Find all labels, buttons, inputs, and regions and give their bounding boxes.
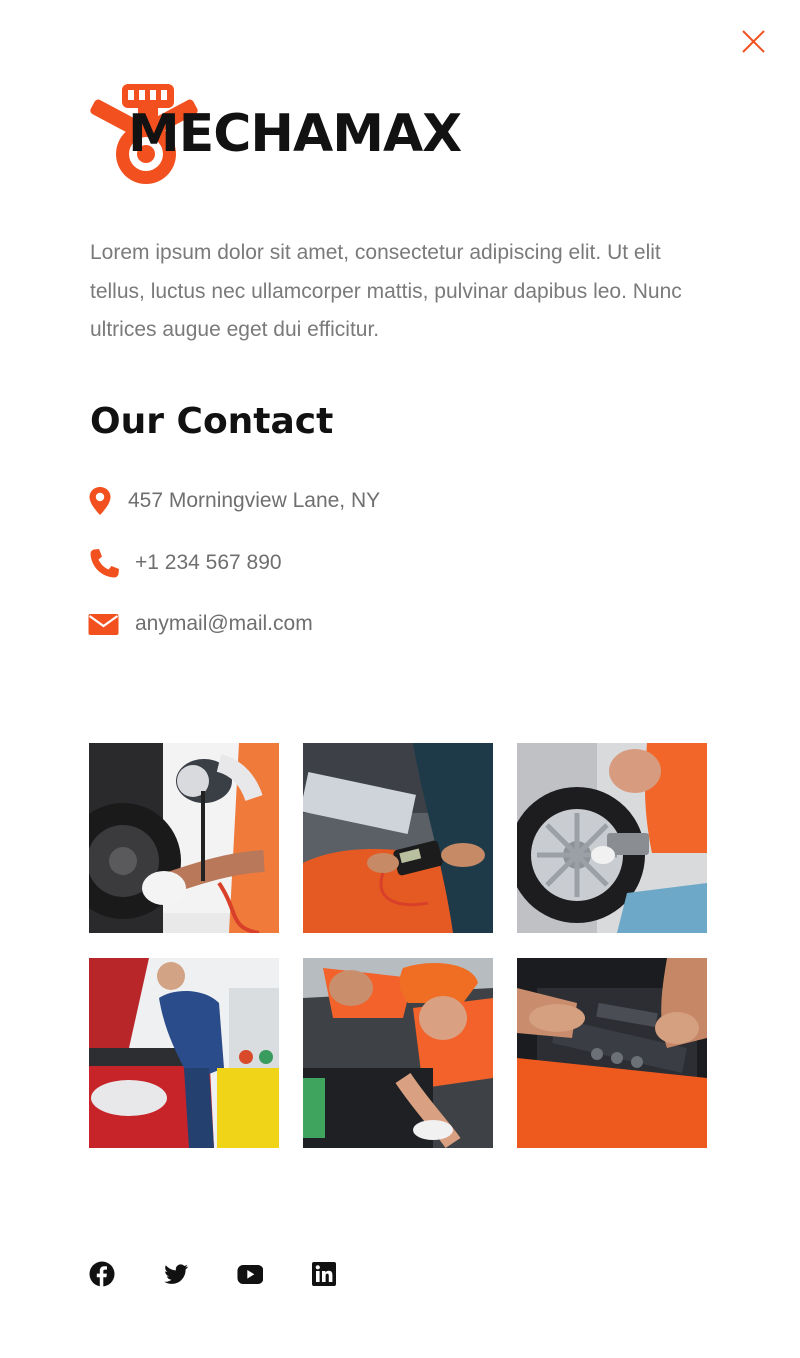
photo-gallery (89, 743, 708, 1148)
youtube-link[interactable] (237, 1261, 263, 1287)
mechanic-hood-photo (303, 958, 493, 1148)
address-text: 457 Morningview Lane, NY (128, 489, 381, 512)
email-text: anymail@mail.com (135, 612, 313, 635)
gallery-photo-engine-closeup[interactable] (517, 958, 707, 1148)
twitter-icon (164, 1264, 188, 1284)
twitter-link[interactable] (163, 1261, 189, 1287)
contact-phone[interactable]: +1 234 567 890 (88, 548, 282, 578)
linkedin-icon (312, 1262, 336, 1286)
youtube-icon (237, 1265, 263, 1284)
gallery-photo-engine-inspection[interactable] (89, 958, 279, 1148)
social-links (89, 1261, 385, 1287)
gallery-photo-tire-pressure[interactable] (89, 743, 279, 933)
intro-text: Lorem ipsum dolor sit amet, consectetur … (90, 241, 682, 341)
gallery-photo-multimeter[interactable] (303, 743, 493, 933)
engine-inspection-photo (89, 958, 279, 1148)
close-icon (742, 30, 765, 53)
contact-heading: Our Contact (90, 401, 334, 442)
linkedin-link[interactable] (311, 1261, 337, 1287)
close-button[interactable] (738, 27, 768, 57)
facebook-icon (89, 1261, 115, 1287)
wheel-repair-photo (517, 743, 707, 933)
phone-icon (90, 549, 119, 578)
tire-pressure-photo (89, 743, 279, 933)
brand-name: MECHAMAX (128, 104, 462, 164)
envelope-icon (88, 614, 119, 635)
gallery-photo-wheel-repair[interactable] (517, 743, 707, 933)
map-pin-icon (89, 487, 111, 515)
facebook-link[interactable] (89, 1261, 115, 1287)
contact-email[interactable]: anymail@mail.com (88, 612, 313, 636)
contact-address: 457 Morningview Lane, NY (88, 486, 380, 516)
site-logo[interactable]: MECHAMAX (88, 80, 468, 188)
engine-closeup-photo (517, 958, 707, 1148)
multimeter-photo (303, 743, 493, 933)
phone-text: +1 234 567 890 (135, 551, 282, 574)
gallery-photo-mechanic-hood[interactable] (303, 958, 493, 1148)
